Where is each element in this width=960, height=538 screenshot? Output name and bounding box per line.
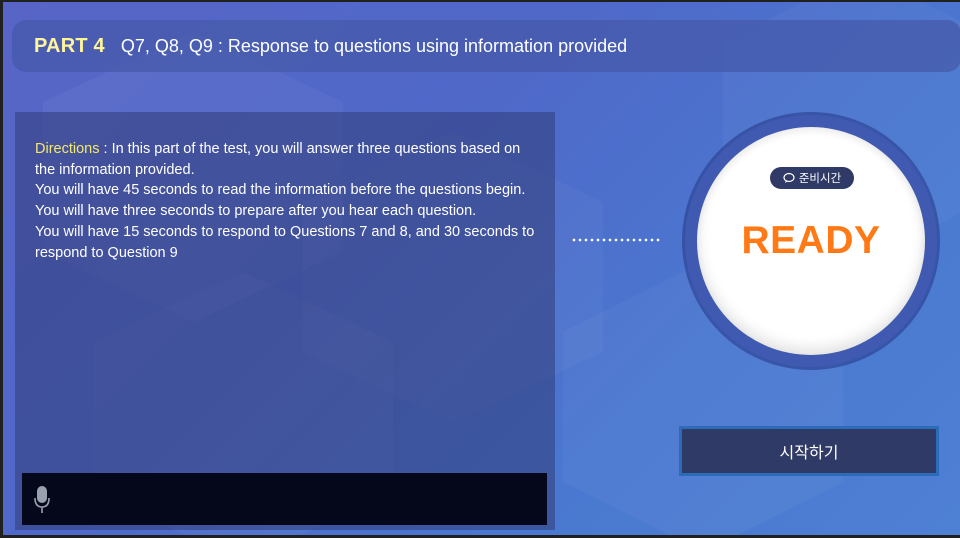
- recording-bar: [22, 473, 547, 525]
- directions-line-3: You will have three seconds to prepare a…: [35, 203, 477, 220]
- part-title: Q7, Q8, Q9 : Response to questions using…: [120, 35, 628, 56]
- directions-line-2: You will have 45 seconds to read the inf…: [35, 182, 526, 199]
- part-header: PART 4 Q7, Q8, Q9 : Response to question…: [12, 20, 960, 72]
- speech-bubble-icon: [783, 172, 795, 183]
- timer-face: 준비시간 READY: [697, 127, 925, 355]
- prep-time-label: 준비시간: [798, 173, 842, 185]
- timer-status: READY: [741, 219, 881, 262]
- start-button[interactable]: 시작하기: [679, 426, 939, 476]
- directions-text: Directions : In this part of the test, y…: [35, 139, 535, 263]
- timer-circle: 준비시간 READY: [685, 115, 937, 367]
- test-screen: PART 4 Q7, Q8, Q9 : Response to question…: [0, 0, 960, 538]
- directions-line-1: Directions : In this part of the test, y…: [35, 141, 521, 178]
- directions-separator: :: [99, 141, 112, 157]
- directions-line-4: You will have 15 seconds to respond to Q…: [35, 223, 535, 261]
- dotted-connector: [571, 238, 661, 242]
- prep-time-badge: 준비시간: [770, 167, 854, 189]
- part-label: PART 4: [34, 34, 105, 57]
- microphone-icon: [34, 486, 50, 513]
- directions-panel: Directions : In this part of the test, y…: [15, 112, 555, 530]
- directions-label: Directions: [35, 141, 100, 157]
